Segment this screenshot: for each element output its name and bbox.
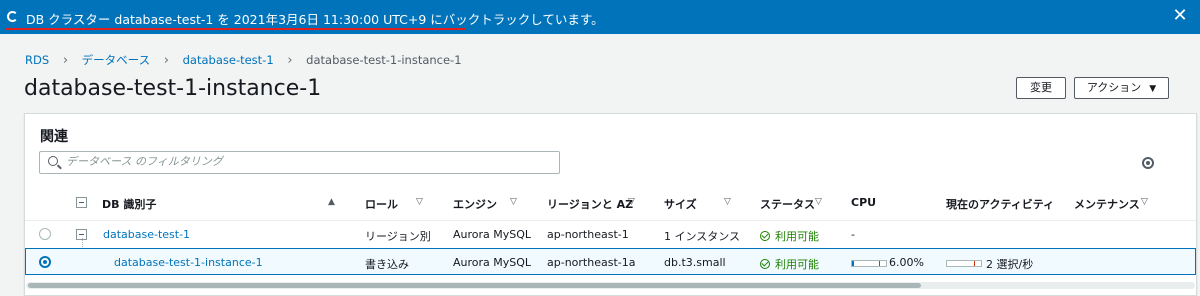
edit-button[interactable]: 変更 bbox=[1016, 77, 1066, 99]
panel-heading: 関連 bbox=[40, 129, 68, 145]
collapse-all-icon[interactable] bbox=[76, 197, 87, 208]
instance-link[interactable]: database-test-1-instance-1 bbox=[114, 256, 263, 269]
caret-down-icon: ▼ bbox=[1149, 84, 1157, 94]
engine-cell: Aurora MySQL bbox=[453, 256, 532, 269]
flash-banner: DB クラスター database-test-1 を 2021年3月6日 11:… bbox=[0, 0, 1200, 34]
divider bbox=[25, 220, 1196, 221]
cpu-usage-fill bbox=[852, 261, 854, 266]
sort-toggle-icon[interactable]: ▽ bbox=[1141, 197, 1148, 207]
scrollbar-thumb[interactable] bbox=[28, 283, 921, 288]
actions-dropdown-button[interactable]: アクション ▼ bbox=[1074, 77, 1169, 99]
column-header-maintenance[interactable]: メンテナンス bbox=[1074, 196, 1140, 212]
status-text: 利用可能 bbox=[775, 230, 819, 243]
column-header-cpu[interactable]: CPU bbox=[851, 196, 876, 209]
column-header-role[interactable]: ロール bbox=[365, 196, 398, 212]
size-cell: 1 インスタンス bbox=[664, 230, 741, 243]
cpu-value: 6.00% bbox=[889, 256, 924, 269]
role-cell: 書き込み bbox=[365, 258, 409, 271]
related-panel: 関連 DB 識別子 ▲ ロール ▽ エンジン ▽ リージョンと AZ ▽ サイズ… bbox=[24, 113, 1197, 296]
role-cell: リージョン別 bbox=[365, 230, 431, 243]
chevron-right-icon: › bbox=[287, 53, 293, 68]
cpu-threshold-tick bbox=[879, 261, 880, 266]
horizontal-scrollbar[interactable] bbox=[26, 282, 1195, 289]
status-badge: 利用可能 bbox=[760, 228, 819, 244]
check-circle-icon bbox=[760, 231, 770, 241]
filter-input[interactable] bbox=[66, 155, 546, 168]
close-icon[interactable]: ✕ bbox=[1170, 5, 1190, 27]
activity-threshold-tick bbox=[974, 261, 975, 266]
activity-bar bbox=[946, 260, 982, 267]
status-text: 利用可能 bbox=[775, 258, 819, 271]
chevron-right-icon: › bbox=[62, 53, 69, 68]
filter-field[interactable] bbox=[39, 151, 560, 174]
search-icon bbox=[48, 156, 58, 166]
annotation-underline bbox=[6, 28, 466, 30]
cpu-cell: - bbox=[851, 228, 855, 241]
breadcrumb: RDS › データベース › database-test-1 › databas… bbox=[25, 52, 462, 68]
actions-label: アクション bbox=[1086, 81, 1142, 94]
row-radio[interactable] bbox=[39, 228, 51, 240]
sort-toggle-icon[interactable]: ▽ bbox=[510, 197, 517, 207]
page-title: database-test-1-instance-1 bbox=[24, 76, 322, 101]
sort-toggle-icon[interactable]: ▽ bbox=[628, 197, 635, 207]
check-circle-icon bbox=[760, 259, 770, 269]
gear-icon[interactable] bbox=[1142, 157, 1154, 169]
status-badge: 利用可能 bbox=[760, 256, 819, 272]
column-header-engine[interactable]: エンジン bbox=[453, 196, 497, 212]
breadcrumb-databases[interactable]: データベース bbox=[82, 53, 150, 67]
column-header-size[interactable]: サイズ bbox=[664, 196, 697, 212]
breadcrumb-cluster[interactable]: database-test-1 bbox=[183, 53, 274, 67]
sort-toggle-icon[interactable]: ▽ bbox=[416, 197, 423, 207]
column-header-activity[interactable]: 現在のアクティビティ bbox=[946, 196, 1054, 212]
chevron-right-icon: › bbox=[163, 53, 169, 68]
sort-ascending-icon[interactable]: ▲ bbox=[328, 197, 335, 207]
loading-spinner-icon bbox=[7, 11, 18, 22]
region-cell: ap-northeast-1a bbox=[547, 256, 636, 269]
sort-toggle-icon[interactable]: ▽ bbox=[815, 197, 822, 207]
flash-message: DB クラスター database-test-1 を 2021年3月6日 11:… bbox=[26, 12, 604, 27]
cluster-link[interactable]: database-test-1 bbox=[103, 228, 190, 241]
row-radio-selected[interactable] bbox=[39, 256, 51, 268]
region-cell: ap-northeast-1 bbox=[547, 228, 629, 241]
column-header-id[interactable]: DB 識別子 bbox=[102, 196, 156, 212]
engine-cell: Aurora MySQL bbox=[453, 228, 532, 241]
column-header-status[interactable]: ステータス bbox=[760, 196, 815, 212]
activity-value: 2 選択/秒 bbox=[986, 258, 1034, 271]
column-header-region[interactable]: リージョンと AZ bbox=[547, 196, 633, 212]
breadcrumb-current: database-test-1-instance-1 bbox=[306, 53, 462, 67]
breadcrumb-rds[interactable]: RDS bbox=[25, 53, 49, 67]
sort-toggle-icon[interactable]: ▽ bbox=[724, 197, 731, 207]
size-cell: db.t3.small bbox=[664, 256, 726, 269]
cpu-usage-bar bbox=[851, 260, 887, 267]
